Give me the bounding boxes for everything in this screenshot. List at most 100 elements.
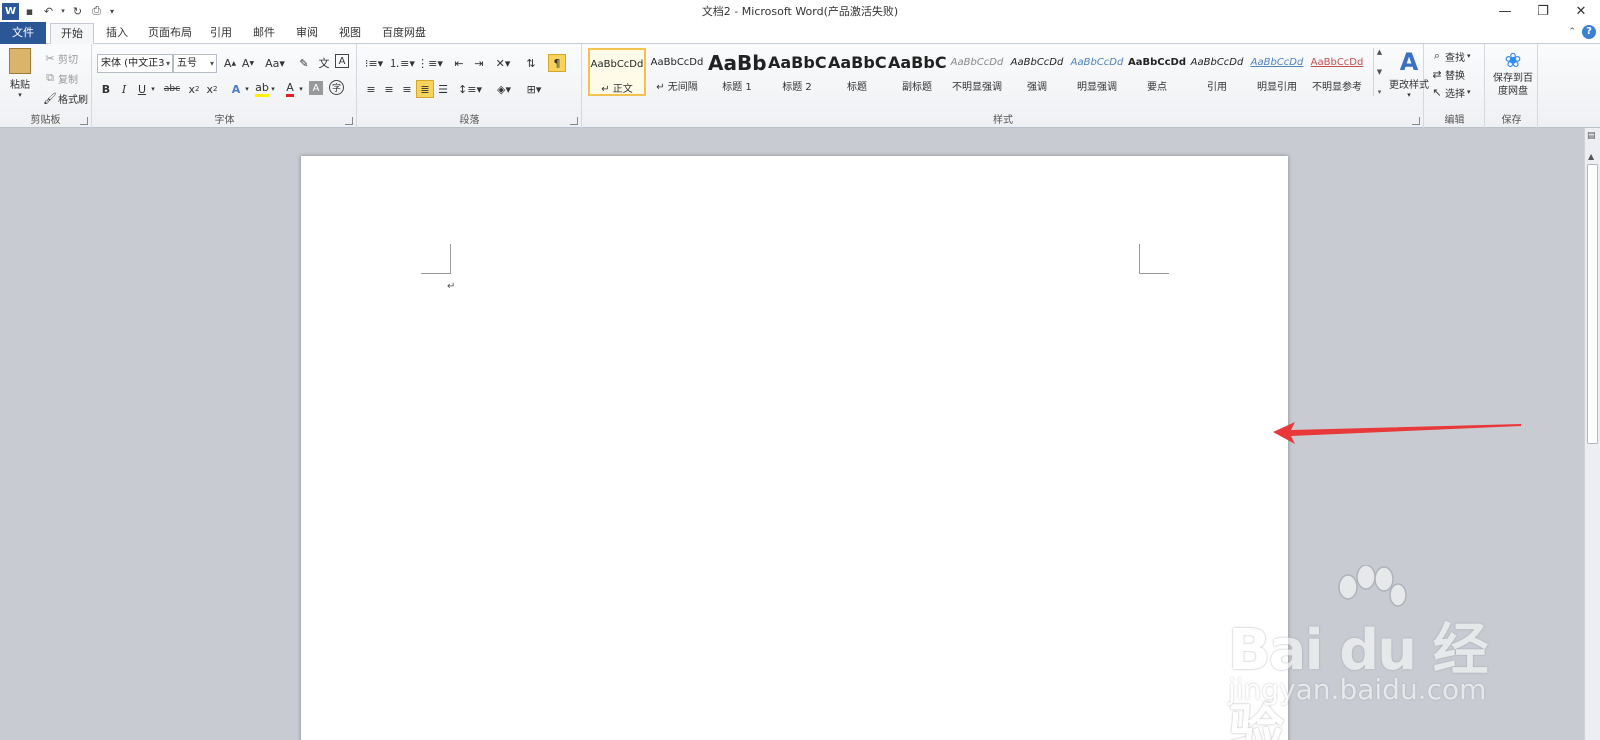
bold-icon[interactable]: B — [97, 80, 115, 98]
subscript-icon[interactable]: x2 — [185, 80, 203, 98]
align-right-icon[interactable]: ≡ — [398, 80, 416, 98]
style-name: 引用 — [1207, 82, 1227, 93]
font-size-combo[interactable]: 五号 ▾ — [173, 54, 217, 73]
character-shading-icon[interactable]: A — [309, 81, 323, 95]
tab-home[interactable]: 开始 — [50, 23, 94, 44]
style-intense-quote[interactable]: AaBbCcDd 明显引用 — [1248, 48, 1306, 96]
change-styles-dropdown-icon: ▾ — [1407, 91, 1411, 99]
style-sample: AaBbCcDd — [1250, 57, 1304, 68]
style-subtle-reference[interactable]: AaBbCcDd 不明显参考 — [1308, 48, 1366, 96]
grow-font-icon[interactable]: A ▲ — [221, 54, 239, 72]
style-title[interactable]: AaBbC 标题 — [828, 48, 886, 96]
shading-icon[interactable]: ◈▾ — [492, 80, 516, 98]
help-icon[interactable]: ? — [1582, 25, 1596, 39]
change-case-icon[interactable]: Aa▾ — [263, 54, 287, 72]
tab-insert[interactable]: 插入 — [96, 23, 138, 44]
style-subtle-emphasis[interactable]: AaBbCcDd 不明显强调 — [948, 48, 1006, 96]
style-no-spacing[interactable]: AaBbCcDd ↵ 无间隔 — [648, 48, 706, 96]
style-heading-1[interactable]: AaBb 标题 1 — [708, 48, 766, 96]
tab-review[interactable]: 审阅 — [286, 23, 328, 44]
clear-formatting-icon[interactable]: ✎ — [295, 54, 313, 72]
style-intense-emphasis[interactable]: AaBbCcDd 明显强调 — [1068, 48, 1126, 96]
window-controls: — ❐ ✕ — [1486, 0, 1600, 22]
gallery-down-icon[interactable]: ▼ — [1377, 68, 1382, 76]
justify-icon[interactable]: ≣ — [416, 80, 434, 98]
character-border-icon[interactable]: A — [335, 54, 349, 68]
text-effects-dropdown-icon[interactable]: ▾ — [243, 80, 251, 98]
distributed-icon[interactable]: ☰ — [434, 80, 452, 98]
change-styles-button[interactable]: A 更改样式 ▾ — [1388, 48, 1430, 104]
cursor-icon: ↖ — [1432, 85, 1442, 99]
tab-references[interactable]: 引用 — [200, 23, 242, 44]
italic-icon[interactable]: I — [115, 80, 133, 98]
multilevel-list-icon[interactable]: ⋮≡▾ — [417, 54, 443, 72]
paste-button[interactable]: 粘贴 ▾ — [6, 48, 34, 106]
font-launcher[interactable] — [345, 117, 353, 125]
replace-icon: ⇄ — [1432, 67, 1442, 81]
style-sample: AaBbC — [768, 53, 826, 72]
highlight-dropdown-icon[interactable]: ▾ — [269, 80, 277, 98]
cut-button[interactable]: ✂ 剪切 — [42, 50, 78, 66]
phonetic-guide-icon[interactable]: 文 — [315, 54, 333, 72]
strikethrough-icon[interactable]: abc — [161, 80, 183, 98]
gallery-up-icon[interactable]: ▲ — [1377, 48, 1382, 56]
font-color-dropdown-icon[interactable]: ▾ — [297, 80, 305, 98]
replace-button[interactable]: ⇄ 替换 — [1429, 66, 1465, 82]
font-name-combo[interactable]: 宋体 (中文正3 ▾ — [97, 54, 173, 73]
chinese-layout-icon[interactable]: ✕▾ — [492, 54, 514, 72]
superscript-icon[interactable]: x2 — [203, 80, 221, 98]
style-subtitle[interactable]: AaBbC 副标题 — [888, 48, 946, 96]
tab-view[interactable]: 视图 — [329, 23, 371, 44]
tab-baidu-netdisk[interactable]: 百度网盘 — [372, 23, 436, 44]
maximize-button[interactable]: ❐ — [1524, 0, 1562, 22]
select-dropdown-icon: ▾ — [1467, 88, 1471, 96]
show-hide-marks-icon[interactable]: ¶ — [548, 54, 566, 72]
enclose-characters-icon[interactable]: 字 — [329, 80, 344, 95]
decrease-indent-icon[interactable]: ⇤ — [450, 54, 468, 72]
copy-button[interactable]: ⧉ 复制 — [42, 70, 78, 86]
sort-icon[interactable]: ⇅ — [522, 54, 540, 72]
style-heading-2[interactable]: AaBbC 标题 2 — [768, 48, 826, 96]
underline-dropdown-icon[interactable]: ▾ — [149, 80, 157, 98]
minimize-button[interactable]: — — [1486, 0, 1524, 22]
numbering-icon[interactable]: ⒈≡▾ — [389, 54, 415, 72]
increase-indent-icon[interactable]: ⇥ — [470, 54, 488, 72]
find-button[interactable]: ⌕ 查找 ▾ — [1429, 48, 1471, 64]
save-to-baidu-button[interactable]: ❀ 保存到百度网盘 — [1490, 48, 1536, 98]
paragraph-launcher[interactable] — [570, 117, 578, 125]
style-sample: AaBbCcDd — [1010, 57, 1064, 68]
style-name: 标题 2 — [782, 82, 812, 93]
clipboard-launcher[interactable] — [80, 117, 88, 125]
tab-page-layout[interactable]: 页面布局 — [138, 23, 202, 44]
vertical-scrollbar[interactable]: ▤ ▲ — [1584, 128, 1600, 740]
style-strong[interactable]: AaBbCcDd 要点 — [1128, 48, 1186, 96]
scrollbar-thumb[interactable] — [1587, 164, 1598, 444]
line-spacing-icon[interactable]: ↕≡▾ — [458, 80, 482, 98]
paragraph-group: ⁝≡▾ ⒈≡▾ ⋮≡▾ ⇤ ⇥ ✕▾ ⇅ ¶ ≡ ≡ ≡ ≣ ☰ ↕≡▾ ◈▾ … — [358, 44, 582, 128]
ruler-toggle-icon[interactable]: ▤ — [1587, 131, 1598, 145]
margin-corner-right — [1139, 244, 1169, 274]
style-sample: AaBbCcDd — [1128, 57, 1186, 68]
bullets-icon[interactable]: ⁝≡▾ — [362, 54, 386, 72]
styles-launcher[interactable] — [1412, 117, 1420, 125]
style-normal[interactable]: AaBbCcDd ↵ 正文 — [588, 48, 646, 96]
minimize-ribbon-icon[interactable]: ⌃ — [1568, 27, 1576, 37]
ribbon-tabs: 文件 开始 插入 页面布局 引用 邮件 审阅 视图 百度网盘 ⌃ ? — [0, 22, 1600, 44]
gallery-more-icon[interactable]: ▾ — [1378, 88, 1382, 96]
tab-file[interactable]: 文件 — [0, 22, 46, 44]
document-page[interactable]: ↵ — [301, 156, 1288, 740]
scissors-icon: ✂ — [45, 51, 55, 65]
shrink-font-icon[interactable]: A ▼ — [239, 54, 257, 72]
tab-mailings[interactable]: 邮件 — [243, 23, 285, 44]
baidu-url-text: jingyan.baidu.com — [1228, 673, 1487, 706]
style-emphasis[interactable]: AaBbCcDd 强调 — [1008, 48, 1066, 96]
align-center-icon[interactable]: ≡ — [380, 80, 398, 98]
select-button[interactable]: ↖ 选择 ▾ — [1429, 84, 1471, 100]
format-painter-button[interactable]: 🖌 格式刷 — [42, 90, 88, 106]
scroll-up-icon[interactable]: ▲ — [1588, 152, 1594, 161]
align-left-icon[interactable]: ≡ — [362, 80, 380, 98]
borders-icon[interactable]: ⊞▾ — [522, 80, 546, 98]
style-sample: AaBbCcDd — [1070, 57, 1124, 68]
style-quote[interactable]: AaBbCcDd 引用 — [1188, 48, 1246, 96]
close-button[interactable]: ✕ — [1562, 0, 1600, 22]
